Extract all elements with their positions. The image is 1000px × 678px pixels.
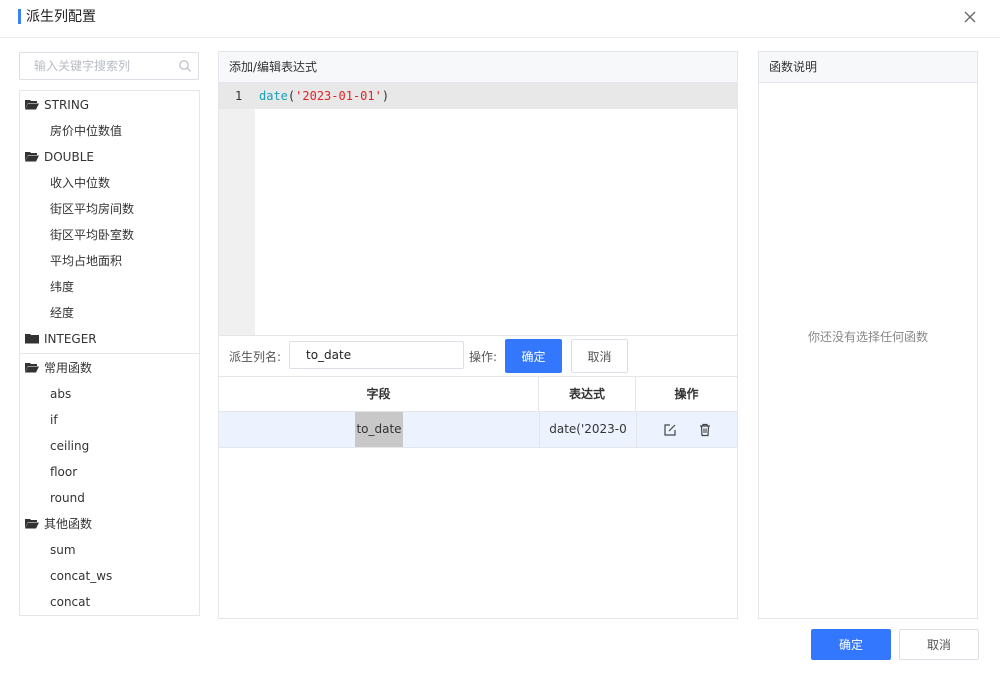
- edit-icon[interactable]: [663, 423, 677, 437]
- tree-divider: [20, 353, 199, 354]
- dialog-ok-button[interactable]: 确定: [811, 629, 891, 660]
- column-header-actions: 操作: [674, 387, 699, 401]
- function-doc-empty-tip: 你还没有选择任何函数: [807, 330, 928, 344]
- tree-item[interactable]: 纬度: [20, 274, 199, 300]
- code-function-token: date: [259, 89, 288, 103]
- delete-icon[interactable]: [698, 423, 712, 437]
- code-editor[interactable]: 1 date('2023-01-01'): [219, 83, 737, 335]
- tree-folder-double[interactable]: DOUBLE: [20, 144, 199, 170]
- column-header-field: 字段: [219, 377, 539, 412]
- tree-folder-label: 常用函数: [44, 361, 93, 375]
- function-doc-panel: 函数说明 你还没有选择任何函数: [758, 51, 978, 619]
- folder-open-icon: [25, 363, 39, 373]
- code-line[interactable]: date('2023-01-01'): [259, 83, 389, 109]
- tree-item[interactable]: 收入中位数: [20, 170, 199, 196]
- function-doc-title: 函数说明: [759, 52, 977, 83]
- expression-panel-title: 添加/编辑表达式: [219, 52, 737, 83]
- search-input[interactable]: [20, 53, 170, 79]
- tree-folder-label: STRING: [44, 98, 90, 112]
- tree-item[interactable]: 街区平均卧室数: [20, 222, 199, 248]
- dialog-title: 派生列配置: [26, 9, 96, 25]
- folder-open-icon: [25, 100, 39, 110]
- expression-panel: 添加/编辑表达式 1 date('2023-01-01') 派生列名: 操作: …: [218, 51, 738, 619]
- table-row[interactable]: to_date date('2023-0: [219, 412, 737, 448]
- tree-folder-label: DOUBLE: [44, 150, 94, 164]
- cell-expression: date('2023-0: [539, 412, 636, 447]
- close-icon[interactable]: [962, 9, 978, 25]
- tree-folder-string[interactable]: STRING: [20, 92, 199, 118]
- function-item[interactable]: ceiling: [20, 433, 199, 459]
- derived-name-label: 派生列名:: [229, 350, 282, 364]
- tree-folder-label: 其他函数: [44, 517, 93, 531]
- function-item[interactable]: concat_ws: [20, 563, 199, 589]
- tree-item[interactable]: 经度: [20, 300, 199, 326]
- search-icon[interactable]: [178, 59, 192, 73]
- folder-open-icon: [25, 152, 39, 162]
- code-paren-close: ): [381, 89, 390, 103]
- dialog-cancel-button[interactable]: 取消: [899, 629, 979, 660]
- table-header: 字段 表达式 操作: [219, 376, 737, 412]
- function-item[interactable]: if: [20, 407, 199, 433]
- function-item[interactable]: abs: [20, 381, 199, 407]
- tree-folder-label: INTEGER: [44, 332, 97, 346]
- confirm-expression-button[interactable]: 确定: [505, 339, 562, 373]
- folder-open-icon: [25, 519, 39, 529]
- folder-closed-icon: [25, 334, 39, 344]
- function-item[interactable]: floor: [20, 459, 199, 485]
- function-item[interactable]: round: [20, 485, 199, 511]
- tree-folder-integer[interactable]: INTEGER: [20, 326, 199, 352]
- field-value: to_date: [355, 412, 403, 447]
- column-tree: STRING 房价中位数值 DOUBLE 收入中位数 街区平均房间数 街区平均卧…: [19, 90, 200, 616]
- tree-item[interactable]: 街区平均房间数: [20, 196, 199, 222]
- editor-gutter: [219, 83, 255, 335]
- operation-label: 操作:: [469, 350, 498, 364]
- derived-name-input[interactable]: [289, 341, 464, 369]
- column-header-expression: 表达式: [539, 377, 636, 412]
- tree-item[interactable]: 房价中位数值: [20, 118, 199, 144]
- function-item[interactable]: sum: [20, 537, 199, 563]
- derived-name-row: 派生列名: 操作: 确定 取消: [219, 335, 737, 376]
- line-number: 1: [219, 83, 255, 109]
- tree-folder-common-functions[interactable]: 常用函数: [20, 355, 199, 381]
- column-search: [19, 52, 199, 80]
- dialog-header: 派生列配置: [0, 0, 1000, 38]
- function-item[interactable]: concat: [20, 589, 199, 615]
- cell-actions: [636, 412, 737, 447]
- cancel-expression-button[interactable]: 取消: [571, 339, 628, 373]
- title-accent-bar: [18, 9, 21, 24]
- code-string-token: '2023-01-01': [295, 89, 382, 103]
- cell-field: to_date: [219, 412, 539, 447]
- tree-item[interactable]: 平均占地面积: [20, 248, 199, 274]
- tree-folder-other-functions[interactable]: 其他函数: [20, 511, 199, 537]
